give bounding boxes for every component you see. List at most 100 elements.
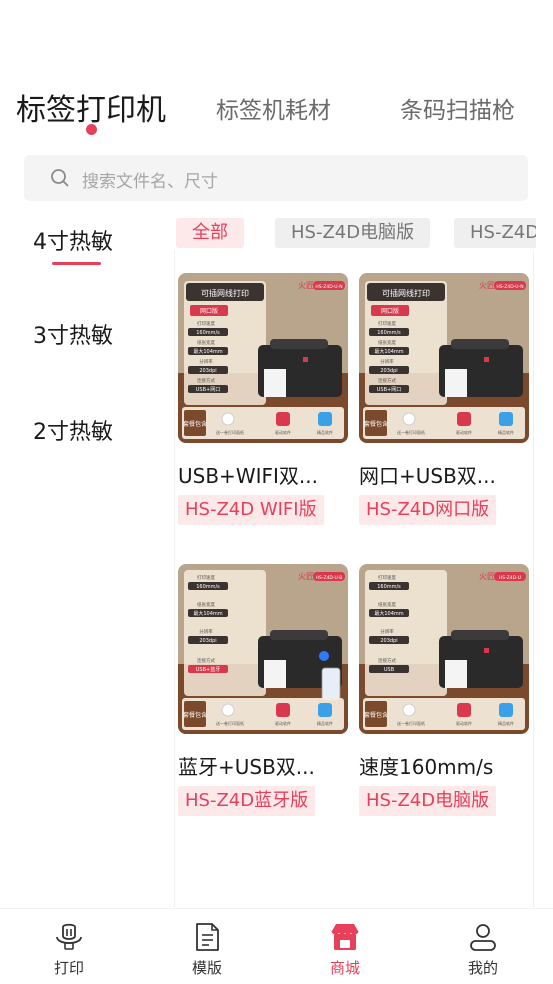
bundle-item: 驱动软件: [456, 720, 472, 726]
spec-label: 纸张宽度: [378, 601, 396, 608]
product-title: 蓝牙+USB双...: [178, 755, 315, 779]
nav-label-profile: 我的: [467, 959, 498, 977]
nav-item-print[interactable]: 打印: [0, 909, 138, 984]
filter-chip-pc[interactable]: HS-Z4D电脑版: [275, 218, 431, 248]
nav-label-shop: 商城: [329, 959, 360, 977]
image-brand: 火匠: [298, 572, 314, 581]
product-tag: HS-Z4D电脑版: [359, 786, 497, 816]
tab-label-consumables[interactable]: 标签机耗材: [216, 91, 331, 125]
nav-label-print: 打印: [53, 959, 84, 977]
spec-label: 打印速度: [197, 320, 215, 327]
active-tab-indicator: [86, 124, 97, 135]
bundle-item: 精品软件: [317, 429, 333, 435]
document-icon: [196, 923, 219, 951]
bundle-label: 套餐包含: [364, 420, 388, 428]
product-image: 打印速度 160mm/s 纸张宽度 最大104mm 分辨率 203dpi 连接方…: [359, 564, 529, 734]
bundle-item: 精品软件: [498, 429, 514, 435]
spec-value: 最大104mm: [193, 610, 222, 617]
image-brand: 火匠: [479, 572, 495, 581]
product-title: 网口+USB双...: [359, 464, 496, 488]
bottom-nav: 打印 模版 商城 我的: [0, 908, 553, 984]
printer-icon: [56, 923, 82, 950]
bundle-item: 驱动软件: [275, 429, 291, 435]
product-title: 速度160mm/s: [359, 755, 494, 779]
bundle-item: 驱动软件: [456, 429, 472, 435]
product-image: 打印速度 160mm/s 纸张宽度 最大104mm 分辨率 203dpi 连接方…: [178, 564, 348, 734]
bundle-label: 套餐包含: [364, 711, 388, 719]
spec-value: USB+网口: [196, 387, 220, 393]
side-item-2inch[interactable]: 2寸热敏: [33, 414, 113, 446]
spec-value: 203dpi: [380, 638, 397, 644]
product-tag: HS-Z4D WIFI版: [178, 495, 324, 525]
bundle-item: 精品软件: [317, 720, 333, 726]
side-active-indicator: [52, 262, 101, 265]
spec-value: 最大104mm: [374, 348, 403, 355]
product-image: 可插网线打印 网口版 打印速度 160mm/s 纸张宽度 最大104mm 分辨率…: [359, 273, 529, 443]
search-icon: [51, 169, 69, 187]
image-brand: 火匠: [298, 281, 314, 290]
profile-icon: [470, 924, 496, 951]
image-badge: 网口版: [381, 307, 399, 315]
bundle-item: 送一卷打印面纸: [397, 720, 425, 726]
tab-label-printer[interactable]: 标签打印机: [16, 85, 166, 129]
spec-value: 203dpi: [199, 638, 216, 644]
spec-label: 打印速度: [378, 320, 396, 327]
spec-value: 最大104mm: [193, 348, 222, 355]
side-item-4inch[interactable]: 4寸热敏: [33, 224, 113, 256]
spec-value: 203dpi: [380, 368, 397, 374]
top-category-tabs: 标签打印机 标签机耗材 条码扫描枪: [0, 82, 553, 142]
spec-label: 纸张宽度: [378, 339, 396, 346]
nav-label-template: 模版: [191, 959, 222, 977]
image-headline: 可插网线打印: [382, 288, 430, 298]
nav-item-template[interactable]: 模版: [138, 909, 276, 984]
bundle-label: 套餐包含: [183, 420, 207, 428]
bundle-label: 套餐包含: [183, 711, 207, 719]
product-tag: HS-Z4D蓝牙版: [178, 786, 316, 816]
spec-label: 连接方式: [378, 377, 396, 384]
nav-item-shop[interactable]: 商城: [276, 909, 414, 984]
tab-barcode-scanner[interactable]: 条码扫描枪: [400, 91, 515, 125]
image-badge: 网口版: [200, 307, 218, 315]
nav-item-profile[interactable]: 我的: [414, 909, 552, 984]
image-brand: 火匠: [479, 281, 495, 290]
spec-label: 纸张宽度: [197, 339, 215, 346]
spec-label: 连接方式: [197, 377, 215, 384]
spec-label: 连接方式: [378, 657, 396, 664]
image-headline: 可插网线打印: [201, 288, 249, 298]
search-bar[interactable]: 搜索文件名、尺寸: [24, 155, 528, 201]
product-tag: HS-Z4D网口版: [359, 495, 497, 525]
side-item-3inch[interactable]: 3寸热敏: [33, 318, 113, 350]
product-image: 可插网线打印 网口版 打印速度 160mm/s 纸张宽度 最大104mm 分辨率…: [178, 273, 348, 443]
spec-value: USB+网口: [377, 387, 401, 393]
spec-label: 分辨率: [199, 358, 213, 365]
spec-label: 打印速度: [378, 574, 396, 581]
side-category-list: 4寸热敏 3寸热敏 2寸热敏: [0, 210, 170, 905]
image-model: HS-Z4D-U: [499, 575, 521, 581]
image-model: HS-Z4D-U-N: [315, 284, 342, 290]
product-area: 全部 HS-Z4D电脑版 HS-Z4D蓝 可插网线打印 网口版 打印速度 160…: [170, 210, 536, 907]
image-model: HS-Z4D-U-N: [496, 284, 523, 290]
shop-icon: [331, 924, 359, 950]
spec-value: USB+蓝牙: [196, 666, 220, 673]
search-placeholder: 搜索文件名、尺寸: [82, 172, 218, 192]
filter-chip-all[interactable]: 全部: [176, 218, 244, 248]
bundle-item: 送一卷打印面纸: [216, 429, 244, 435]
spec-value: 最大104mm: [374, 610, 403, 617]
bundle-item: 驱动软件: [275, 720, 291, 726]
spec-label: 打印速度: [197, 574, 215, 581]
spec-value: 160mm/s: [196, 584, 220, 590]
image-model: HS-Z4D-U-B: [316, 575, 343, 581]
spec-label: 纸张宽度: [197, 601, 215, 608]
filter-chip-bluetooth[interactable]: HS-Z4D蓝: [454, 218, 536, 248]
spec-label: 分辨率: [199, 628, 213, 635]
product-title: USB+WIFI双...: [178, 464, 318, 488]
bundle-item: 送一卷打印面纸: [216, 720, 244, 726]
bundle-item: 精品软件: [498, 720, 514, 726]
spec-value: 160mm/s: [196, 330, 220, 336]
spec-label: 连接方式: [197, 657, 215, 664]
spec-label: 分辨率: [380, 628, 394, 635]
spec-value: 160mm/s: [377, 330, 401, 336]
spec-value: USB: [384, 667, 395, 673]
spec-value: 160mm/s: [377, 584, 401, 590]
spec-value: 203dpi: [199, 368, 216, 374]
